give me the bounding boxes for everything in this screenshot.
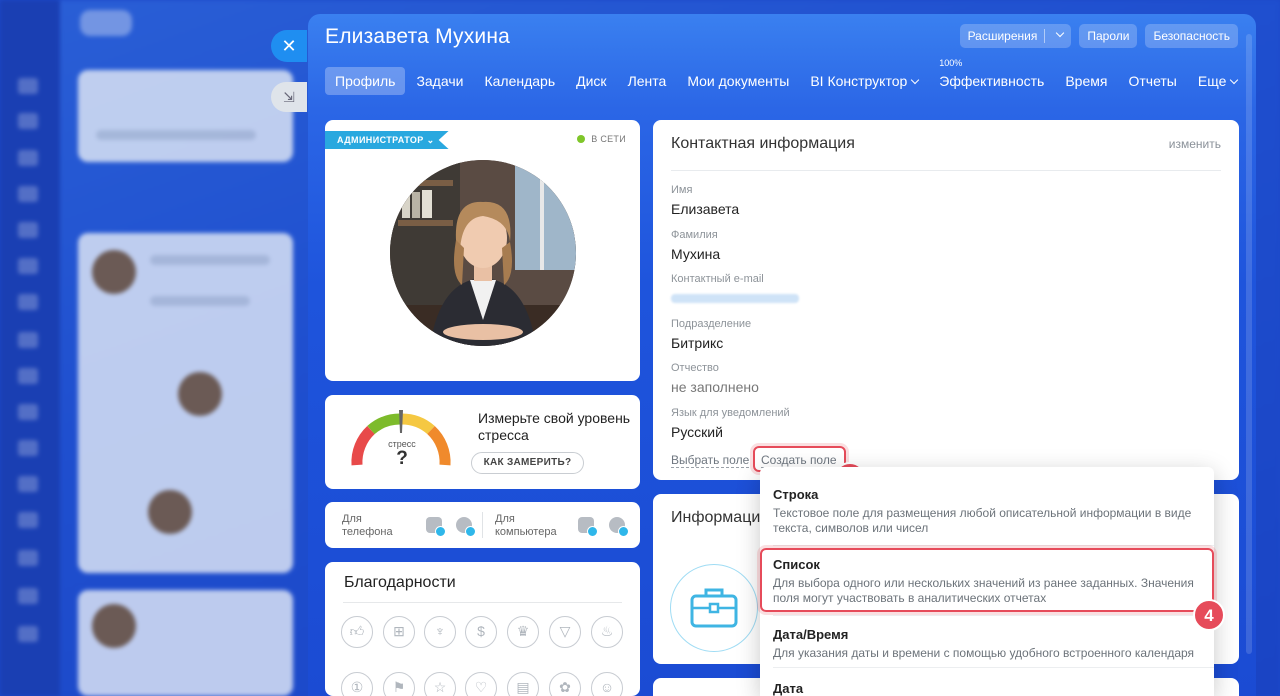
avatar[interactable] [390, 160, 576, 346]
online-status: В СЕТИ [577, 134, 626, 144]
admin-role-tag[interactable]: АДМИНИСТРАТОР ⌄ [325, 131, 449, 149]
flag-icon[interactable]: ⚑ [383, 672, 415, 696]
thanks-card: Благодарности 👍︎ ⊞ ♆ $ ♛ ▽ ♨ ① ⚑ ☆ ♡ ▤ ✿… [325, 562, 640, 696]
apple-icon[interactable] [609, 517, 629, 537]
field-value-department: Битрикс [671, 335, 724, 351]
briefcase-icon [670, 564, 758, 652]
field-value-email[interactable] [671, 294, 799, 303]
field-label: Имя [671, 184, 693, 196]
profile-card: АДМИНИСТРАТОР ⌄ В СЕТИ [325, 120, 640, 381]
panel-scrollbar[interactable] [1246, 34, 1252, 654]
info-title: Информаци [671, 509, 761, 526]
tab-more[interactable]: Еще [1188, 67, 1248, 95]
tab-profile[interactable]: Профиль [325, 67, 406, 95]
tab-calendar[interactable]: Календарь [474, 67, 565, 95]
cup-icon[interactable]: ♆ [424, 616, 456, 648]
cake-icon[interactable]: ♨ [591, 616, 623, 648]
field-label: Подразделение [671, 318, 752, 330]
flower-icon[interactable]: ✿ [549, 672, 581, 696]
beer-icon[interactable]: ▤ [507, 672, 539, 696]
minimize-slider-button[interactable]: ⇲ [271, 82, 307, 112]
chevron-down-icon [1230, 75, 1239, 85]
smile-icon[interactable]: ☺ [591, 672, 623, 696]
cocktail-icon[interactable]: ▽ [549, 616, 581, 648]
contact-title: Контактная информация [671, 135, 855, 152]
tab-feed[interactable]: Лента [618, 67, 677, 95]
field-label: Контактный e-mail [671, 273, 764, 285]
ios-icon[interactable] [456, 517, 476, 537]
tab-disk[interactable]: Диск [566, 67, 616, 95]
number-one-icon[interactable]: ① [341, 672, 373, 696]
field-label: Язык для уведомлений [671, 407, 790, 419]
dropdown-item-date[interactable]: Дата [760, 681, 1214, 696]
field-value-middle-name: не заполнено [671, 379, 759, 395]
security-button[interactable]: Безопасность [1145, 24, 1238, 48]
field-label: Отчество [671, 362, 719, 374]
passwords-button[interactable]: Пароли [1079, 24, 1138, 48]
collapse-icon: ⇲ [283, 89, 295, 105]
gift-icon[interactable]: ⊞ [383, 616, 415, 648]
tab-time[interactable]: Время [1055, 67, 1117, 95]
field-value-first-name: Елизавета [671, 201, 740, 217]
stress-gauge-value: ? [396, 448, 408, 469]
thumbs-up-icon[interactable]: 👍︎ [341, 616, 373, 648]
crown-icon[interactable]: ♛ [507, 616, 539, 648]
thanks-title: Благодарности [344, 574, 456, 591]
page-title: Елизавета Мухина [325, 25, 511, 48]
android-icon[interactable] [426, 517, 446, 537]
profile-tabs: Профиль Задачи Календарь Диск Лента Мои … [325, 58, 1248, 95]
stress-title: Измерьте свой уровень стресса [478, 410, 631, 443]
chevron-down-icon [911, 75, 920, 85]
heart-icon[interactable]: ♡ [465, 672, 497, 696]
money-icon[interactable]: $ [465, 616, 497, 648]
dropdown-item-datetime[interactable]: Дата/Время Для указания даты и времени с… [760, 627, 1214, 661]
list-option-highlight [760, 548, 1214, 612]
field-value-language: Русский [671, 424, 723, 440]
stress-card: стресс ? Измерьте свой уровень стресса К… [325, 395, 640, 489]
edit-contact-link[interactable]: изменить [1169, 137, 1221, 151]
contact-info-card: Контактная информация изменить Имя Елиза… [653, 120, 1239, 480]
measure-stress-button[interactable]: КАК ЗАМЕРИТЬ? [471, 452, 584, 474]
choose-field-link[interactable]: Выбрать поле [671, 453, 750, 468]
tab-efficiency[interactable]: 100% Эффективность [929, 58, 1054, 95]
apps-card: Для телефона Для компьютера [325, 502, 640, 548]
online-dot-icon [577, 135, 586, 143]
tab-my-documents[interactable]: Мои документы [677, 67, 799, 95]
dropdown-item-string[interactable]: Строка Текстовое поле для размещения люб… [760, 487, 1214, 536]
close-icon: ✕ [281, 36, 297, 56]
background-left-menu [0, 0, 60, 696]
phone-app-label: Для телефона [342, 513, 393, 538]
header-actions: Расширения Пароли Безопасность [959, 24, 1238, 48]
extensions-button[interactable]: Расширения [959, 24, 1072, 48]
step-marker-4: 4 [1193, 599, 1225, 631]
windows-icon[interactable] [578, 517, 598, 537]
tab-tasks[interactable]: Задачи [406, 67, 473, 95]
field-label: Фамилия [671, 229, 718, 241]
computer-app-label: Для компьютера [495, 513, 557, 538]
close-slider-button[interactable]: ✕ [271, 30, 307, 62]
chevron-down-icon [1056, 28, 1065, 38]
tab-reports[interactable]: Отчеты [1118, 67, 1186, 95]
star-icon[interactable]: ☆ [424, 672, 456, 696]
field-value-last-name: Мухина [671, 246, 721, 262]
tab-bi-builder[interactable]: BI Конструктор [800, 67, 928, 95]
